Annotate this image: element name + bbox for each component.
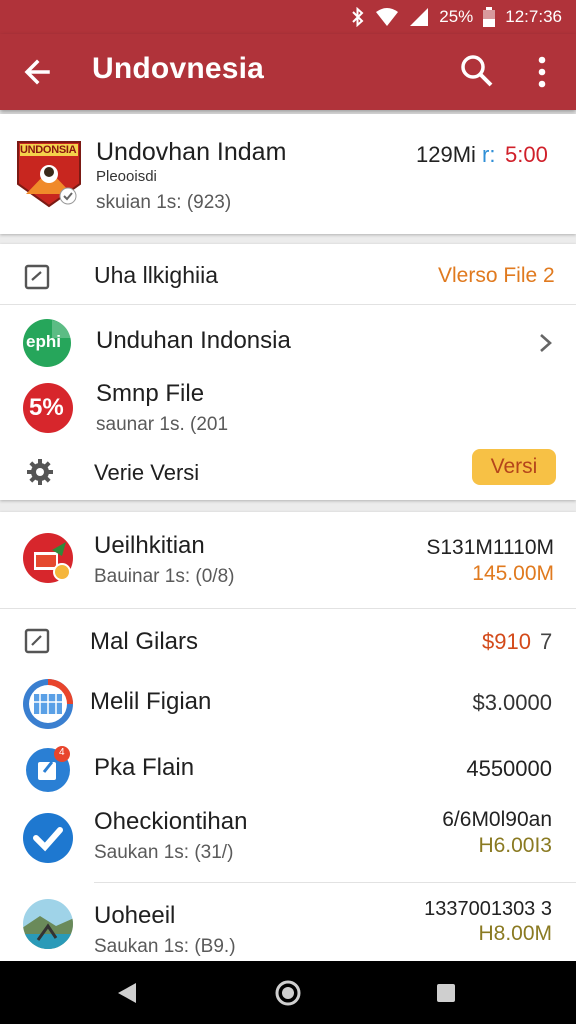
version-label: Verie Versi <box>94 460 200 485</box>
ephi-app-icon: ephi <box>22 318 72 368</box>
checkmark-shield-icon <box>22 812 74 864</box>
notes-app-icon: 4 <box>22 742 74 794</box>
list-item-secondary-value: 145.00M <box>472 562 554 585</box>
transactions-card: Ueilhkitian Bauinar 1s: (0/8) S131M1110M… <box>0 512 576 961</box>
battery-icon <box>483 7 496 27</box>
app-title: Undovnesia <box>92 52 265 85</box>
list-item-value: 1337001303 3 <box>424 898 552 920</box>
chevron-right-icon[interactable] <box>538 332 554 354</box>
card-size: 129Mi <box>416 142 476 167</box>
calendar-app-icon <box>22 678 74 730</box>
list-item-value: 6/6M0l90an <box>442 808 552 831</box>
system-navigation-bar <box>0 961 576 1024</box>
landscape-photo-icon <box>22 898 74 950</box>
divider <box>0 608 576 609</box>
signal-icon <box>409 7 429 27</box>
list-item-value: $3.0000 <box>472 690 552 715</box>
settings-gear-icon[interactable] <box>26 458 54 486</box>
list-item-pka-flain[interactable]: 4 Pka Flain 4550000 <box>0 736 576 800</box>
list-item-oheckiontihan[interactable]: Oheckiontihan Saukan 1s: (31/) 6/6M0l90a… <box>0 800 576 882</box>
notification-badge: 4 <box>59 747 65 758</box>
card-title: Undovhan Indam <box>96 138 287 166</box>
list-item-detail: Bauinar 1s: (0/8) <box>94 566 235 587</box>
divider <box>0 304 576 305</box>
section-header-label: Mal Gilars <box>90 628 199 655</box>
gift-box-icon <box>22 532 74 584</box>
list-item-title: Ueilhkitian <box>94 532 205 559</box>
ephi-app-icon-text: ephi <box>26 332 61 351</box>
card-subtitle: Pleooisdi <box>96 168 157 185</box>
more-options-icon[interactable] <box>528 52 556 92</box>
status-bar: 25% 12:7:36 <box>0 0 576 34</box>
list-item-secondary-value: H6.00I3 <box>478 834 552 857</box>
list-item-title: Smnp File <box>96 380 205 407</box>
badge-text: UNDONSIA <box>20 144 77 156</box>
section-header-label: Uha llkighiia <box>94 262 219 288</box>
divider <box>94 882 576 883</box>
edit-box-icon <box>24 264 50 290</box>
section-header: Mal Gilars $910 7 <box>0 610 576 670</box>
back-arrow-icon[interactable] <box>20 54 56 90</box>
card-detail: skuian 1s: (923) <box>96 192 232 213</box>
list-item-version: Verie Versi Versi <box>0 444 576 498</box>
wifi-icon <box>375 7 399 27</box>
list-item-title: Pka Flain <box>94 754 195 781</box>
screen: 25% 12:7:36 Undovnesia UNDONSIA Undovhan… <box>0 0 576 1024</box>
list-item-unduhan[interactable]: ephi Unduhan Indonsia <box>0 306 576 374</box>
list-item-detail: saunar 1s. (201 <box>96 414 229 435</box>
card-time: 5:00 <box>505 142 548 167</box>
nav-recents-icon[interactable] <box>436 983 456 1003</box>
battery-percentage: 25% <box>439 7 474 26</box>
list-item-value: 4550000 <box>466 756 552 781</box>
section-header-count: 7 <box>540 629 553 654</box>
list-item-uoheeil[interactable]: Uoheeil Saukan 1s: (B9.) 1337001303 3 H8… <box>0 884 576 961</box>
indonesia-badge-icon: UNDONSIA <box>16 140 82 208</box>
list-item-secondary-value: H8.00M <box>478 922 552 945</box>
version-button[interactable]: Versi <box>472 449 556 485</box>
nav-back-icon[interactable] <box>116 981 138 1005</box>
search-icon[interactable] <box>458 52 496 90</box>
edit-box-icon <box>24 628 50 654</box>
list-item-ueilhkitian[interactable]: Ueilhkitian Bauinar 1s: (0/8) S131M1110M… <box>0 512 576 608</box>
list-item-title: Uoheeil <box>94 902 176 929</box>
app-bar: Undovnesia <box>0 34 576 110</box>
list-item-title: Melil Figian <box>90 688 212 715</box>
nav-home-icon[interactable] <box>274 979 302 1007</box>
file-version-card: Uha llkighiia Vlerso File 2 ephi Unduhan… <box>0 244 576 500</box>
list-item-title: Oheckiontihan <box>94 808 248 835</box>
list-item-detail: Saukan 1s: (31/) <box>94 842 234 863</box>
section-header-value: $910 <box>482 629 531 654</box>
card-size-separator: r: <box>482 142 496 167</box>
list-item-detail: Saukan 1s: (B9.) <box>94 936 236 957</box>
bluetooth-icon <box>351 7 365 27</box>
percent-badge-icon: 5% <box>22 382 74 434</box>
section-header-value: Vlerso File 2 <box>438 264 555 287</box>
percent-badge-text: 5% <box>29 394 64 421</box>
download-card[interactable]: UNDONSIA Undovhan Indam Pleooisdi skuian… <box>0 114 576 234</box>
clock: 12:7:36 <box>505 7 562 26</box>
list-item-melil[interactable]: Melil Figian $3.0000 <box>0 672 576 736</box>
list-item-file[interactable]: 5% Smnp File saunar 1s. (201 <box>0 376 576 444</box>
list-item-value: S131M1110M <box>426 536 554 559</box>
list-item-title: Unduhan Indonsia <box>96 327 291 354</box>
